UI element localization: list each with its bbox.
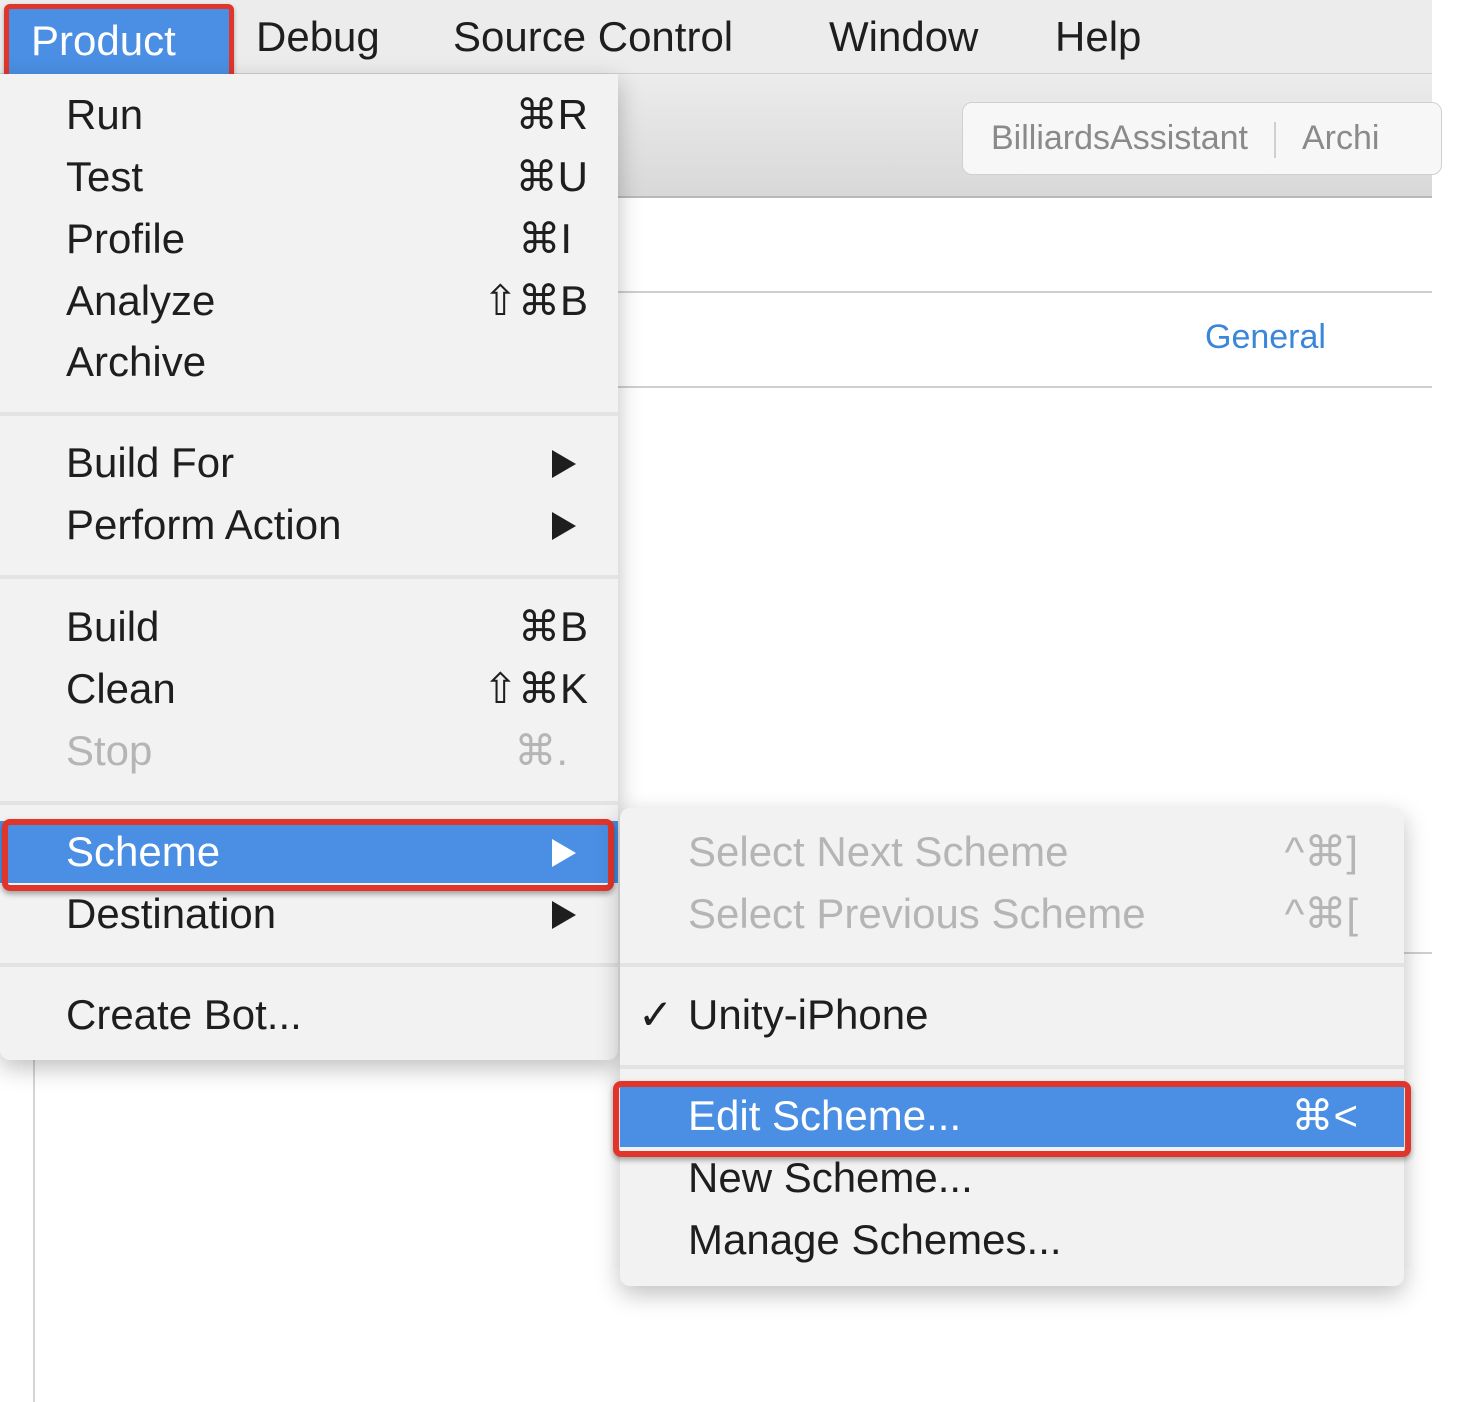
- submenu-arrow-icon: [552, 512, 576, 540]
- path-action[interactable]: Archi: [1302, 119, 1379, 157]
- scheme-path-control[interactable]: BilliardsAssistant Archi: [962, 102, 1442, 175]
- submenu-arrow-icon: [552, 901, 576, 929]
- menu-item-profile[interactable]: Profile ⌘I: [0, 208, 618, 270]
- menu-item-destination[interactable]: Destination: [0, 883, 618, 945]
- annotation-highlight-edit-scheme: [613, 1081, 1411, 1157]
- scheme-submenu: Select Next Scheme ^⌘] Select Previous Sc…: [620, 808, 1404, 1286]
- menu-item-create-bot[interactable]: Create Bot...: [0, 984, 618, 1046]
- menu-item-analyze[interactable]: Analyze ⇧⌘B: [0, 270, 618, 332]
- divider: [1404, 952, 1432, 954]
- menu-item-manage-schemes[interactable]: Manage Schemes...: [620, 1209, 1404, 1271]
- menu-item-perform-action[interactable]: Perform Action: [0, 494, 618, 556]
- divider: [618, 386, 1432, 388]
- menu-separator: [0, 801, 618, 805]
- menu-item-run[interactable]: Run ⌘R: [0, 84, 618, 146]
- menu-separator: [0, 575, 618, 579]
- submenu-arrow-icon: [552, 450, 576, 478]
- path-separator: [1273, 122, 1276, 159]
- menu-separator: [620, 1065, 1404, 1069]
- menu-source-control[interactable]: Source Control: [453, 10, 733, 64]
- menu-bar: Product Debug Source Control Window Help: [0, 0, 1432, 80]
- menu-item-archive[interactable]: Archive: [0, 331, 618, 393]
- annotation-highlight-scheme: [2, 819, 614, 891]
- product-menu: Run ⌘R Test ⌘U Profile ⌘I Analyze ⇧⌘B Archiv…: [0, 74, 618, 1060]
- menu-item-build-for[interactable]: Build For: [0, 432, 618, 494]
- path-project[interactable]: BilliardsAssistant: [991, 119, 1248, 157]
- divider: [33, 1060, 35, 1402]
- divider: [618, 291, 1432, 293]
- menu-item-clean[interactable]: Clean ⇧⌘K: [0, 658, 618, 720]
- menu-debug[interactable]: Debug: [256, 10, 380, 64]
- menu-separator: [0, 412, 618, 416]
- menu-item-test[interactable]: Test ⌘U: [0, 146, 618, 208]
- tab-general[interactable]: General: [1205, 318, 1326, 357]
- menu-item-select-previous-scheme: Select Previous Scheme ^⌘[: [688, 890, 1358, 937]
- menu-separator: [620, 963, 1404, 967]
- menu-separator: [0, 963, 618, 967]
- checkmark-icon: ✓: [638, 991, 674, 1038]
- menu-product[interactable]: Product: [4, 4, 234, 80]
- menu-item-build[interactable]: Build ⌘B: [0, 596, 618, 658]
- menu-item-stop: Stop ⌘.: [66, 727, 568, 774]
- menu-help[interactable]: Help: [1055, 10, 1141, 64]
- menu-window[interactable]: Window: [829, 10, 978, 64]
- menu-item-unity-iphone[interactable]: ✓ Unity-iPhone: [620, 984, 1404, 1046]
- menu-item-select-next-scheme: Select Next Scheme ^⌘]: [688, 828, 1358, 875]
